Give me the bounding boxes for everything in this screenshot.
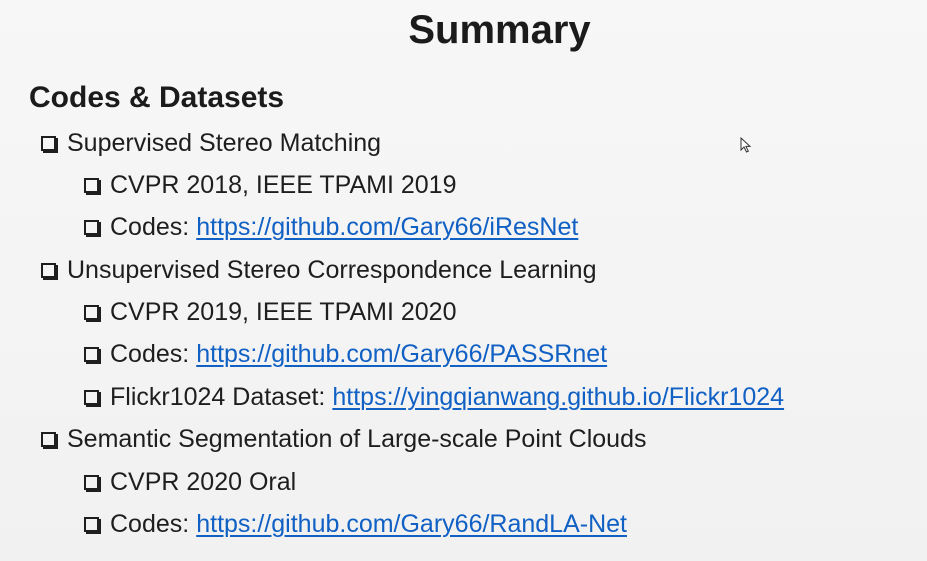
bullet-text: Supervised Stereo Matching [67,129,382,157]
bullet-text: CVPR 2020 Oral [110,468,297,496]
bullet-codes-iresnet: Codes: https://github.com/Gary66/iResNet [84,211,578,243]
randla-net-link[interactable]: https://github.com/Gary66/RandLA-Net [196,508,627,540]
checkbox-bullet-icon [84,389,99,405]
flickr1024-link[interactable]: https://yingqianwang.github.io/Flickr102… [332,381,784,413]
bullet-prefix: Codes: [110,213,190,241]
bullet-flickr1024-dataset: Flickr1024 Dataset: https://yingqianwang… [84,381,784,413]
bullet-prefix: Codes: [110,510,190,538]
bullet-venue-2019: CVPR 2019, IEEE TPAMI 2020 [84,296,456,328]
checkbox-bullet-icon [41,135,56,151]
checkbox-bullet-icon [84,346,99,362]
bullet-text: CVPR 2018, IEEE TPAMI 2019 [110,171,457,199]
mouse-pointer-icon [740,137,752,153]
bullet-prefix: Codes: [110,340,190,368]
presentation-slide: Summary Codes & Datasets Supervised Ster… [0,0,927,561]
slide-title: Summary [408,8,591,52]
bullet-text: CVPR 2019, IEEE TPAMI 2020 [110,298,457,326]
iresnet-link[interactable]: https://github.com/Gary66/iResNet [196,211,578,243]
passrnet-link[interactable]: https://github.com/Gary66/PASSRnet [196,338,607,370]
bullet-text: Semantic Segmentation of Large-scale Poi… [67,425,647,453]
checkbox-bullet-icon [84,516,99,532]
checkbox-bullet-icon [41,431,56,447]
bullet-semantic-segmentation: Semantic Segmentation of Large-scale Poi… [41,423,647,455]
checkbox-bullet-icon [84,177,99,193]
checkbox-bullet-icon [41,262,56,278]
checkbox-bullet-icon [84,474,99,490]
bullet-text: Unsupervised Stereo Correspondence Learn… [67,256,597,284]
section-heading: Codes & Datasets [29,81,285,114]
bullet-unsupervised-stereo: Unsupervised Stereo Correspondence Learn… [41,254,597,286]
bullet-codes-randla-net: Codes: https://github.com/Gary66/RandLA-… [84,508,627,540]
checkbox-bullet-icon [84,304,99,320]
bullet-supervised-stereo-matching: Supervised Stereo Matching [41,127,381,159]
bullet-prefix: Flickr1024 Dataset: [110,383,326,411]
bullet-venue-2018: CVPR 2018, IEEE TPAMI 2019 [84,169,456,201]
checkbox-bullet-icon [84,219,99,235]
bullet-codes-passrnet: Codes: https://github.com/Gary66/PASSRne… [84,338,607,370]
bullet-venue-2020: CVPR 2020 Oral [84,466,296,498]
